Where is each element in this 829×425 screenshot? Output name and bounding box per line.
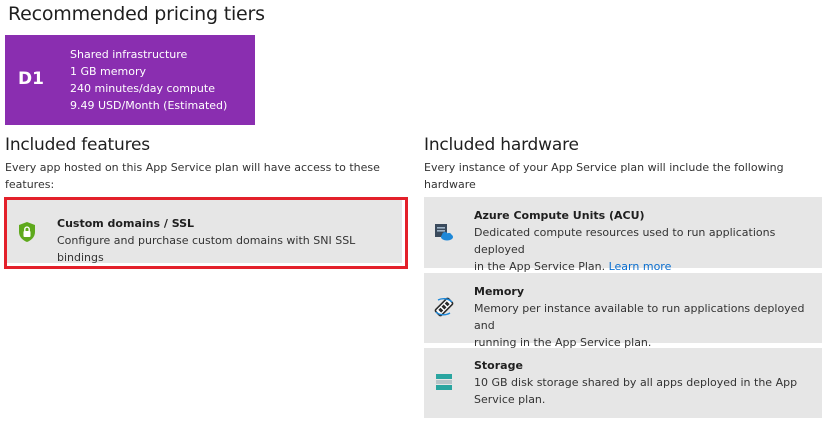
hardware-card-memory: Memory Memory per instance available to … — [424, 273, 822, 349]
text-segment: in the App Service Plan. — [474, 260, 606, 273]
recommended-pricing-title: Recommended pricing tiers — [8, 3, 265, 25]
tier-detail-line: 9.49 USD/Month (Estimated) — [70, 99, 228, 112]
hardware-card-storage: Storage 10 GB disk storage shared by all… — [424, 348, 822, 418]
tier-details: Shared infrastructure 1 GB memory 240 mi… — [70, 46, 227, 114]
desc-line: features: — [5, 178, 55, 191]
tier-detail-line: 240 minutes/day compute — [70, 82, 215, 95]
hardware-text: Memory per instance available to run app… — [474, 300, 822, 351]
hardware-title: Azure Compute Units (ACU) — [474, 209, 645, 222]
desc-line: Every app hosted on this App Service pla… — [5, 161, 380, 174]
text-line: Memory per instance available to run app… — [474, 302, 805, 332]
feature-card-custom-domains[interactable]: Custom domains / SSL Configure and purch… — [7, 200, 402, 264]
shield-lock-icon — [16, 221, 38, 243]
memory-chip-icon — [433, 296, 455, 318]
compute-server-icon — [433, 221, 455, 243]
hardware-text: Dedicated compute resources used to run … — [474, 224, 822, 275]
tier-detail-line: Shared infrastructure — [70, 48, 188, 61]
pricing-tier-card[interactable]: D1 Shared infrastructure 1 GB memory 240… — [5, 35, 255, 125]
storage-disk-icon — [433, 371, 455, 393]
text-line: 10 GB disk storage shared by all apps de… — [474, 376, 798, 389]
tier-code: D1 — [18, 69, 44, 89]
hardware-card-acu: Azure Compute Units (ACU) Dedicated comp… — [424, 197, 822, 273]
included-features-title: Included features — [5, 135, 150, 155]
hardware-title: Storage — [474, 359, 523, 372]
feature-title: Custom domains / SSL — [57, 217, 195, 230]
included-hardware-title: Included hardware — [424, 135, 579, 155]
text-line: Service plan. — [474, 393, 546, 406]
hardware-title: Memory — [474, 285, 525, 298]
text-line: Dedicated compute resources used to run … — [474, 226, 776, 256]
learn-more-link[interactable]: Learn more — [609, 260, 672, 273]
desc-line: Every instance of your App Service plan … — [424, 161, 784, 191]
tier-detail-line: 1 GB memory — [70, 65, 147, 78]
hardware-text: 10 GB disk storage shared by all apps de… — [474, 374, 797, 408]
feature-text: Configure and purchase custom domains wi… — [57, 234, 356, 264]
included-features-desc: Every app hosted on this App Service pla… — [5, 159, 380, 193]
